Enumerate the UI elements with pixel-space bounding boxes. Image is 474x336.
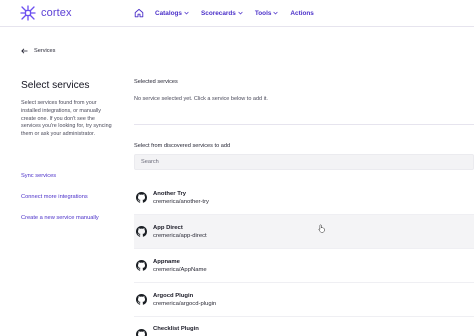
service-text: Argocd Plugin cremerica/argocd-plugin [153,292,216,308]
service-item-checklist-plugin[interactable]: Checklist Plugin [134,317,474,336]
nav-actions-label: Actions [290,9,314,17]
service-text: App Direct cremerica/app-direct [153,224,207,240]
chevron-down-icon [238,11,243,15]
chevron-down-icon [273,11,279,15]
service-tag: cremerica/another-try [153,198,209,205]
sidebar-intro: Select services Select services found fr… [21,80,115,139]
chevron-down-icon [184,11,189,15]
nav-tools-label: Tools [254,9,272,17]
main-nav: Catalogs Scorecards Tools Actions [134,8,326,18]
service-name: Appname [153,258,180,265]
service-item-another-try[interactable]: Another Try cremerica/another-try [134,181,474,215]
github-icon [136,328,147,336]
nav-scorecards-label: Scorecards [201,9,236,17]
nav-catalogs[interactable]: Catalogs [155,10,189,17]
selected-empty-text: No service selected yet. Click a service… [134,96,268,102]
github-icon [136,192,147,203]
app-name: cortex [41,7,72,19]
discovered-services-label: Select from discovered services to add [134,143,231,149]
cortex-logo-icon [20,5,36,21]
service-text: Another Try cremerica/another-try [153,190,209,206]
github-icon [136,260,147,271]
service-item-appname[interactable]: Appname cremerica/AppName [134,249,474,283]
service-text: Appname cremerica/AppName [153,258,207,274]
service-name: Argocd Plugin [153,292,194,299]
page-title: Select services [21,80,90,91]
back-link[interactable]: Services [21,48,55,54]
nav-scorecards[interactable]: Scorecards [201,10,243,17]
github-icon [136,294,147,305]
service-item-argocd-plugin[interactable]: Argocd Plugin cremerica/argocd-plugin [134,283,474,317]
service-tag: cremerica/app-direct [153,232,207,239]
sync-services-link[interactable]: Sync services [21,173,56,179]
nav-actions[interactable]: Actions [290,10,313,17]
page-description: Select services found from your installe… [21,100,112,138]
github-icon [136,226,147,237]
connect-integrations-link[interactable]: Connect more integrations [21,194,88,200]
hand-cursor-icon [318,224,325,233]
cortex-logo[interactable]: cortex [20,5,72,21]
service-name: Another Try [153,190,187,197]
section-divider [134,124,474,125]
service-name: Checklist Plugin [153,326,199,332]
top-navigation-bar: cortex Catalogs Scorecards Tools Actions [0,0,474,27]
back-link-label: Services [34,48,56,54]
nav-tools[interactable]: Tools [255,10,279,17]
service-tag: cremerica/argocd-plugin [153,300,217,307]
nav-catalogs-label: Catalogs [155,9,182,17]
service-name: App Direct [153,224,183,231]
selected-services-label: Selected services [134,79,178,85]
service-tag: cremerica/AppName [153,266,207,273]
arrow-left-icon [21,48,28,54]
create-service-manually-link[interactable]: Create a new service manually [21,215,99,221]
service-item-app-direct[interactable]: App Direct cremerica/app-direct [134,215,474,249]
search-input[interactable] [134,154,474,170]
home-icon[interactable] [134,8,144,18]
service-text: Checklist Plugin [153,325,199,333]
